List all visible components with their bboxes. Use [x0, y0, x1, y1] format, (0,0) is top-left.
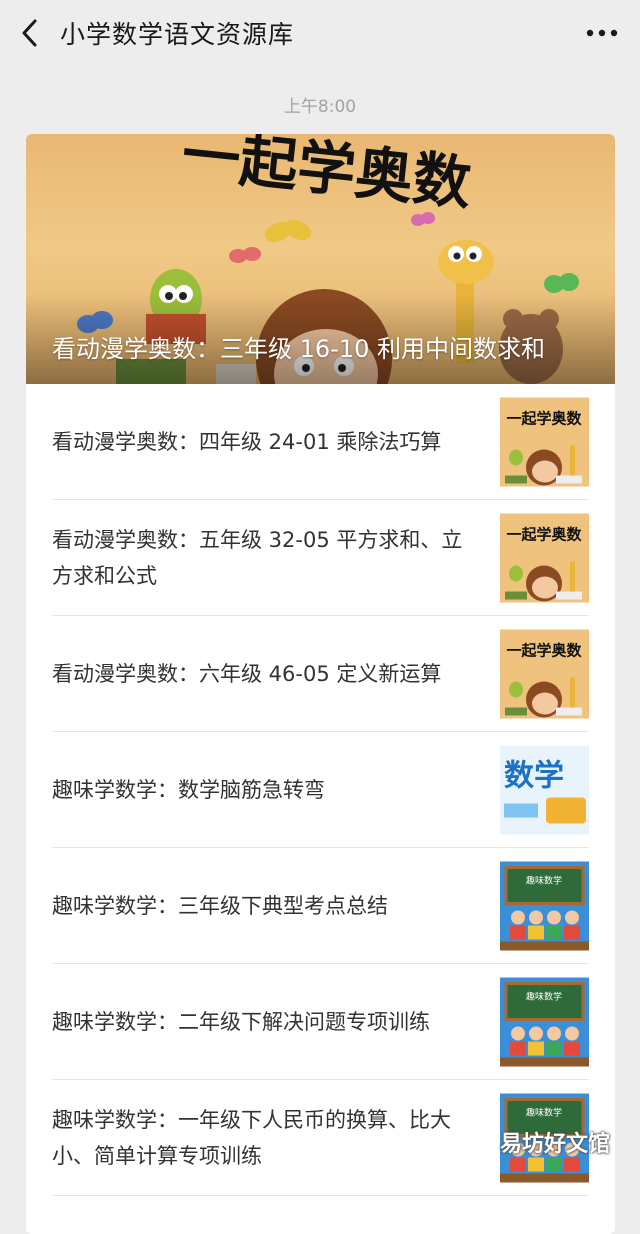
article-row[interactable]: 看动漫学奥数：四年级 24-01 乘除法巧算 一起学奥数 — [52, 384, 589, 500]
hero-article[interactable]: 一起学奥数 — [26, 134, 615, 384]
watermark: 易坊好文馆 — [500, 1126, 610, 1158]
article-title: 看动漫学奥数：四年级 24-01 乘除法巧算 — [52, 424, 472, 460]
article-thumbnail: 一起学奥数 — [500, 629, 589, 718]
hero-title: 看动漫学奥数：三年级 16-10 利用中间数求和 — [52, 329, 605, 364]
more-button[interactable] — [582, 18, 622, 48]
svg-text:趣味数学: 趣味数学 — [526, 1106, 562, 1118]
more-dots-icon — [586, 29, 618, 37]
article-card: 一起学奥数 — [26, 134, 615, 1234]
article-row[interactable]: 看动漫学奥数：五年级 32-05 平方求和、立方求和公式 一起学奥数 — [52, 500, 589, 616]
svg-text:一起学奥数: 一起学奥数 — [506, 409, 582, 427]
article-title: 趣味学数学：一年级下人民币的换算、比大小、简单计算专项训练 — [52, 1102, 472, 1174]
article-row[interactable]: 趣味学数学：三年级下典型考点总结 趣味数学 — [52, 848, 589, 964]
svg-text:数学: 数学 — [504, 758, 564, 793]
message-timestamp: 上午8:00 — [0, 92, 640, 117]
article-title: 趣味学数学：三年级下典型考点总结 — [52, 888, 472, 924]
article-title: 趣味学数学：二年级下解决问题专项训练 — [52, 1004, 472, 1040]
article-list: 看动漫学奥数：四年级 24-01 乘除法巧算一起学奥数看动漫学奥数：五年级 32… — [26, 384, 615, 1196]
chevron-left-icon — [19, 18, 41, 48]
page-title: 小学数学语文资源库 — [60, 15, 294, 51]
svg-text:一起学奥数: 一起学奥数 — [506, 641, 582, 659]
article-row[interactable]: 趣味学数学：数学脑筋急转弯数学 — [52, 732, 589, 848]
article-thumbnail: 趣味数学 — [500, 861, 589, 950]
svg-text:一起学奥数: 一起学奥数 — [506, 525, 582, 543]
article-row[interactable]: 趣味学数学：二年级下解决问题专项训练 趣味数学 — [52, 964, 589, 1080]
back-button[interactable] — [0, 0, 60, 66]
article-thumbnail: 一起学奥数 — [500, 397, 589, 486]
article-row[interactable]: 看动漫学奥数：六年级 46-05 定义新运算 一起学奥数 — [52, 616, 589, 732]
article-title: 趣味学数学：数学脑筋急转弯 — [52, 772, 472, 808]
top-bar: 小学数学语文资源库 — [0, 0, 640, 66]
svg-text:趣味数学: 趣味数学 — [526, 874, 562, 886]
article-thumbnail: 数学 — [500, 745, 589, 834]
hero-image-lettering: 一起学奥数 — [179, 134, 475, 218]
article-thumbnail: 一起学奥数 — [500, 513, 589, 602]
svg-text:趣味数学: 趣味数学 — [526, 990, 562, 1002]
article-title: 看动漫学奥数：六年级 46-05 定义新运算 — [52, 656, 472, 692]
article-thumbnail: 趣味数学 — [500, 977, 589, 1066]
article-title: 看动漫学奥数：五年级 32-05 平方求和、立方求和公式 — [52, 522, 472, 594]
